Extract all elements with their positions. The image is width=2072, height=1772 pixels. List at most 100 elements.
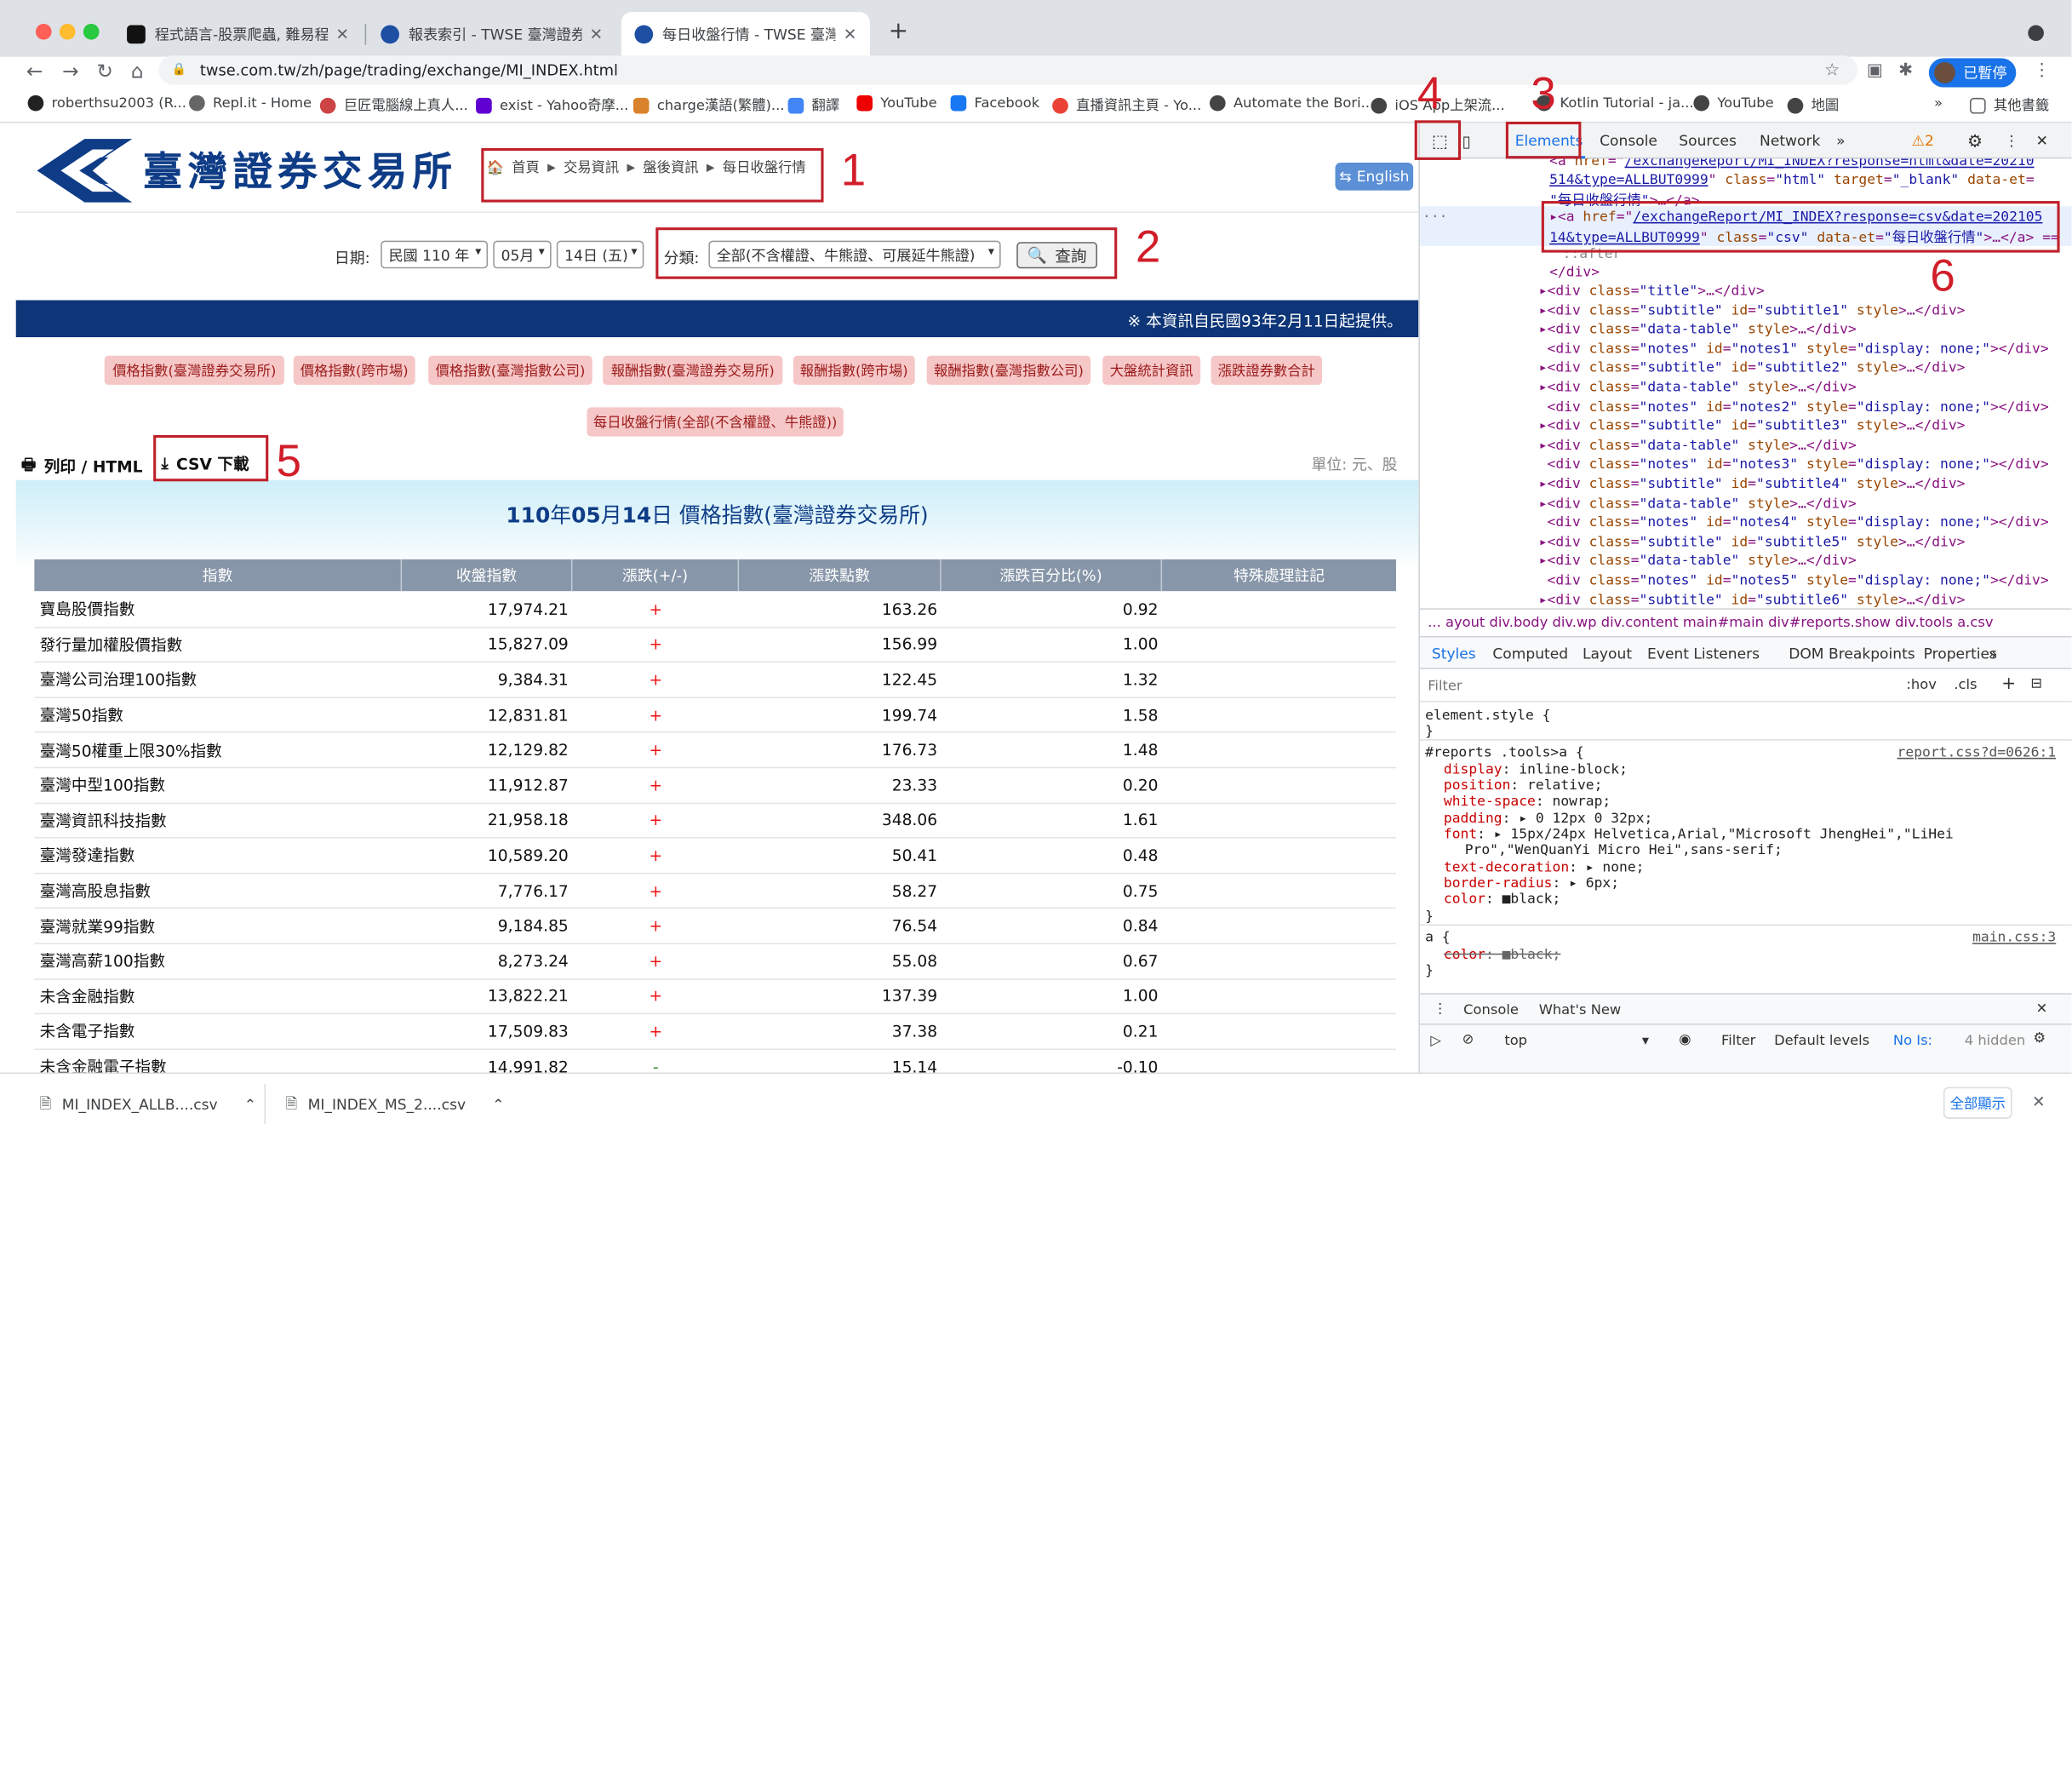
dom-node-line[interactable]: ▸<div class="subtitle" id="subtitle4" st…: [1539, 476, 1966, 492]
bookmark-item[interactable]: 直播資訊主頁 - Yo...: [1052, 95, 1201, 115]
stylesheet-link[interactable]: main.css:3: [1972, 930, 2056, 946]
bookmark-item[interactable]: Facebook: [950, 95, 1039, 112]
tab-stock-crawler[interactable]: 程式語言-股票爬蟲, 難易程度★☆ ✕: [114, 12, 363, 57]
dom-node-line[interactable]: ▸<div class="subtitle" id="subtitle5" st…: [1539, 534, 1966, 550]
dom-node-line[interactable]: ▸<div class="data-table" style>…</div>: [1539, 553, 1857, 570]
english-button[interactable]: ⇆ English: [1335, 163, 1414, 191]
styles-filter-input[interactable]: Filter: [1428, 679, 1462, 695]
close-tab-icon[interactable]: ✕: [590, 26, 604, 44]
new-tab-button[interactable]: +: [889, 17, 908, 45]
sidebar-icon[interactable]: ▷: [1430, 1033, 1441, 1049]
bookmark-item[interactable]: Repl.it - Home: [189, 95, 312, 112]
dom-node-line[interactable]: ▸<div class="subtitle" id="subtitle6" st…: [1539, 592, 1966, 608]
bookmark-item[interactable]: roberthsu2003 (R...: [27, 95, 186, 112]
print-html-link[interactable]: 🖶 列印 / HTML: [21, 452, 143, 480]
subtab-styles[interactable]: Styles: [1432, 645, 1476, 662]
chevron-up-icon[interactable]: ⌃: [244, 1096, 256, 1113]
hov-toggle[interactable]: :hov: [1906, 677, 1936, 693]
clear-console-icon[interactable]: ⊘: [1462, 1031, 1474, 1047]
facebook-extension-icon[interactable]: ▣: [1867, 60, 1883, 80]
bookmark-item[interactable]: charge漢語(繁體)...: [632, 95, 784, 115]
forward-icon[interactable]: →: [62, 60, 79, 83]
bookmark-item[interactable]: YouTube: [856, 95, 937, 112]
download-item[interactable]: 🗎 MI_INDEX_ALLB....csv ⌃: [40, 1092, 256, 1118]
dom-node-line[interactable]: <div class="notes" id="notes2" style="di…: [1539, 399, 2048, 415]
dom-node-line[interactable]: <div class="notes" id="notes3" style="di…: [1539, 456, 2048, 473]
tab-network[interactable]: Network: [1760, 132, 1820, 149]
subtab-dom-breakpoints[interactable]: DOM Breakpoints: [1789, 645, 1915, 662]
stylesheet-link[interactable]: report.css?d=0626:1: [1897, 744, 2057, 760]
context-select[interactable]: top: [1504, 1033, 1527, 1049]
pill-price-index-cross[interactable]: 價格指數(跨市場): [293, 355, 415, 385]
more-tabs-icon[interactable]: »: [1836, 132, 1845, 149]
close-tab-icon[interactable]: ✕: [844, 26, 857, 44]
minimize-window-button[interactable]: [59, 23, 76, 40]
close-shelf-icon[interactable]: ✕: [2032, 1092, 2046, 1111]
bookmark-star-icon[interactable]: ☆: [1824, 60, 1840, 80]
subtab-properties[interactable]: Properties: [1924, 645, 1997, 662]
dom-node-line[interactable]: <div class="notes" id="notes4" style="di…: [1539, 514, 2048, 530]
close-devtools-icon[interactable]: ✕: [2036, 132, 2048, 149]
pill-price-index-twse[interactable]: 價格指數(臺灣證券交易所): [104, 355, 284, 385]
reload-icon[interactable]: ↻: [96, 60, 113, 83]
kebab-menu-icon[interactable]: ⋮: [2004, 132, 2018, 149]
pill-daily-close-all[interactable]: 每日收盤行情(全部(不含權證、牛熊證)): [587, 407, 844, 437]
show-all-downloads-button[interactable]: 全部顯示: [1943, 1087, 2012, 1119]
bookmark-item[interactable]: Automate the Bori...: [1209, 95, 1374, 112]
log-levels-select[interactable]: Default levels: [1774, 1033, 1869, 1049]
sidebar-toggle-icon[interactable]: ⊟: [2030, 676, 2042, 692]
subtab-event-listeners[interactable]: Event Listeners: [1647, 645, 1760, 662]
dom-node-line[interactable]: ▸<div class="title">…</div>: [1539, 283, 1765, 299]
tab-report-index[interactable]: 報表索引 - TWSE 臺灣證券交易所 ✕: [368, 12, 616, 57]
issues-button[interactable]: No Is:: [1893, 1033, 1932, 1049]
bookmark-item[interactable]: exist - Yahoo奇摩...: [476, 95, 628, 115]
drawer-tab-whats-new[interactable]: What's New: [1539, 1002, 1622, 1018]
dom-node-line[interactable]: <div class="notes" id="notes1" style="di…: [1539, 341, 2048, 357]
console-filter-input[interactable]: Filter: [1721, 1033, 1755, 1049]
tab-console[interactable]: Console: [1600, 132, 1657, 149]
dom-node-line[interactable]: ▸<div class="data-table" style>…</div>: [1539, 438, 1857, 454]
live-expression-eye-icon[interactable]: ◉: [1679, 1031, 1691, 1047]
bookmark-overflow-icon[interactable]: »: [1934, 95, 1943, 112]
bookmark-item[interactable]: 翻譯: [787, 95, 839, 115]
more-subtabs-icon[interactable]: »: [1989, 645, 1997, 662]
dom-node-line[interactable]: ▸<div class="data-table" style>…</div>: [1539, 380, 1857, 396]
drawer-menu-icon[interactable]: ⋮: [1433, 1001, 1446, 1018]
home-icon[interactable]: ⌂: [131, 60, 144, 83]
close-window-button[interactable]: [35, 23, 52, 40]
year-select[interactable]: 民國 110 年 ▾: [381, 240, 489, 269]
address-bar[interactable]: 🔒 twse.com.tw/zh/page/trading/exchange/M…: [158, 55, 1857, 85]
pill-market-stats[interactable]: 大盤統計資訊: [1102, 355, 1201, 385]
day-select[interactable]: 14日 (五) ▾: [556, 240, 644, 269]
pill-return-index-twse[interactable]: 報酬指數(臺灣證券交易所): [603, 355, 783, 385]
dom-node-line[interactable]: ▸<div class="subtitle" id="subtitle1" st…: [1539, 302, 1966, 318]
menu-icon[interactable]: ⋮: [2034, 60, 2051, 80]
console-settings-icon[interactable]: ⚙: [2034, 1030, 2046, 1047]
add-rule-icon[interactable]: +: [2001, 674, 2016, 694]
pill-return-index-cross[interactable]: 報酬指數(跨市場): [793, 355, 915, 385]
bookmark-item[interactable]: Kotlin Tutorial - ja...: [1536, 95, 1694, 112]
dom-node-line[interactable]: ▸<div class="data-table" style>…</div>: [1539, 322, 1857, 338]
drawer-tab-console[interactable]: Console: [1463, 1002, 1519, 1018]
close-drawer-icon[interactable]: ✕: [2036, 1001, 2048, 1018]
dom-breadcrumbs[interactable]: ... ayout div.body div.wp div.content ma…: [1419, 608, 2072, 638]
profile-button[interactable]: 已暫停: [1928, 58, 2017, 88]
bookmark-item[interactable]: 地圖: [1787, 95, 1839, 115]
pill-updown-count[interactable]: 漲跌證券數合計: [1211, 355, 1322, 385]
extensions-icon[interactable]: ✱: [1898, 60, 1913, 80]
maximize-window-button[interactable]: [83, 23, 100, 40]
dom-node-line[interactable]: <div class="notes" id="notes5" style="di…: [1539, 572, 2048, 588]
month-select[interactable]: 05月 ▾: [493, 240, 552, 269]
tab-sources[interactable]: Sources: [1679, 132, 1737, 149]
subtab-computed[interactable]: Computed: [1492, 645, 1568, 662]
download-item[interactable]: 🗎 MI_INDEX_MS_2....csv ⌃: [285, 1092, 504, 1118]
warning-badge[interactable]: ⚠2: [1912, 132, 1934, 149]
dom-node-line[interactable]: ▸<div class="data-table" style>…</div>: [1539, 496, 1857, 512]
subtab-layout[interactable]: Layout: [1583, 645, 1632, 662]
tab-search-icon[interactable]: [2028, 25, 2044, 42]
pill-price-index-tip[interactable]: 價格指數(臺灣指數公司): [428, 355, 592, 385]
tab-daily-close[interactable]: 每日收盤行情 - TWSE 臺灣證券交易所 ✕: [621, 11, 870, 57]
cls-toggle[interactable]: .cls: [1954, 677, 1977, 693]
pill-return-index-tip[interactable]: 報酬指數(臺灣指數公司): [926, 355, 1091, 385]
bookmark-item[interactable]: 巨匠電腦線上真人...: [319, 95, 468, 115]
